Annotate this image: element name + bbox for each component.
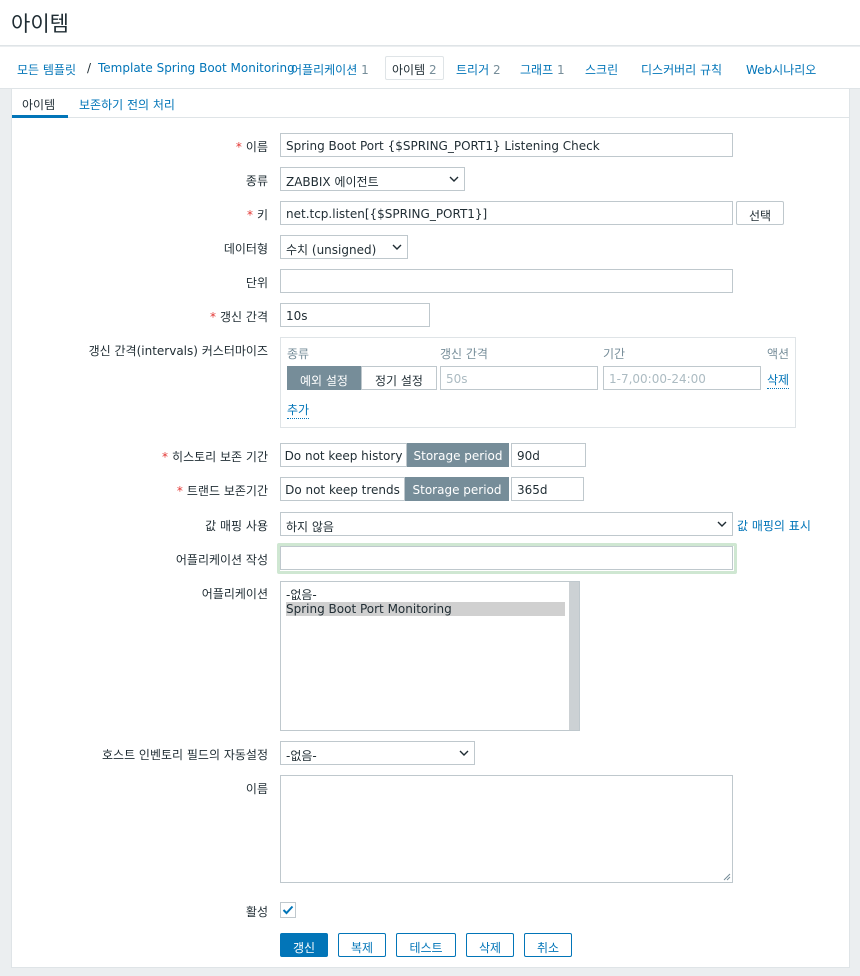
inventory-field-select[interactable]: -없음- (280, 741, 475, 765)
enabled-checkbox[interactable] (280, 902, 296, 918)
breadcrumb-separator: / (87, 61, 92, 75)
name-input[interactable]: Spring Boot Port {$SPRING_PORT1} Listeni… (280, 133, 733, 157)
tab-applications-count: 1 (361, 63, 369, 77)
inventory-field-select-value: -없음- (286, 749, 317, 763)
new-application-label: 어플리케이션 작성 (175, 553, 268, 567)
type-select-value: ZABBIX 에이전트 (286, 175, 379, 189)
units-label: 단위 (245, 276, 268, 290)
required-marker: * (246, 208, 253, 222)
tab-applications[interactable]: 어플리케이션 1 (291, 61, 369, 78)
flexible-interval-toggle[interactable]: 예외 설정 (287, 366, 361, 390)
name-label: * 이름 (235, 140, 268, 154)
update-interval-input[interactable]: 10s (280, 303, 430, 327)
subtab-item[interactable]: 아이템 (22, 96, 55, 113)
page-title: 아이템 (11, 12, 69, 36)
required-marker: * (235, 140, 242, 154)
resize-grip-icon[interactable] (723, 873, 731, 881)
tab-items-count: 2 (428, 63, 437, 77)
key-select-button[interactable]: 선택 (736, 201, 784, 225)
description-label: 이름 (245, 782, 268, 796)
breadcrumb-all-templates[interactable]: 모든 템플릿 (17, 61, 76, 78)
application-option[interactable]: -없음- (286, 588, 565, 602)
col-action-header: 액션 (767, 347, 790, 361)
active-subtab-indicator (12, 115, 68, 118)
data-type-select[interactable]: 수치 (unsigned) (280, 235, 408, 259)
tab-graphs[interactable]: 그래프 1 (520, 61, 565, 78)
key-label: * 키 (246, 208, 268, 222)
type-label: 종류 (245, 174, 268, 188)
new-application-input[interactable] (280, 546, 733, 570)
enabled-label: 활성 (245, 905, 268, 919)
trends-do-not-keep-toggle[interactable]: Do not keep trends (280, 477, 405, 501)
page-header: 아이템 (0, 0, 860, 46)
tab-web-scenarios[interactable]: Web시나리오 (746, 61, 816, 78)
tab-graphs-label: 그래프 (520, 63, 554, 77)
breadcrumb-nav: 모든 템플릿 / Template Spring Boot Monitoring… (0, 47, 860, 89)
scheduling-interval-toggle[interactable]: 정기 설정 (361, 366, 437, 390)
inventory-field-label: 호스트 인벤토리 필드의 자동설정 (101, 748, 268, 762)
tab-triggers[interactable]: 트리거 2 (456, 61, 501, 78)
required-marker: * (162, 450, 169, 464)
tab-items-label: 아이템 (392, 63, 426, 77)
applications-listbox[interactable]: -없음- Spring Boot Port Monitoring (280, 581, 580, 731)
checkmark-icon (282, 905, 294, 915)
show-value-mappings-link[interactable]: 값 매핑의 표시 (737, 517, 811, 534)
trends-period-input[interactable]: 365d (511, 477, 584, 501)
key-input[interactable]: net.tcp.listen[{$SPRING_PORT1}] (280, 201, 733, 225)
chevron-down-icon (392, 244, 402, 250)
update-interval-label: * 갱신 간격 (210, 310, 268, 324)
add-interval-link[interactable]: 추가 (287, 401, 310, 419)
applications-label: 어플리케이션 (201, 587, 268, 601)
required-marker: * (210, 310, 217, 324)
description-textarea[interactable] (280, 775, 733, 883)
type-select[interactable]: ZABBIX 에이전트 (280, 167, 465, 191)
trends-storage-period-toggle[interactable]: Storage period (405, 477, 509, 501)
custom-period-input[interactable]: 1-7,00:00-24:00 (603, 366, 761, 390)
value-mapping-label: 값 매핑 사용 (205, 519, 268, 533)
tab-items[interactable]: 아이템 2 (385, 56, 444, 80)
tab-triggers-count: 2 (492, 63, 501, 77)
tab-screens[interactable]: 스크린 (585, 61, 618, 78)
custom-intervals-label: 갱신 간격(intervals) 커스터마이즈 (88, 344, 268, 358)
breadcrumb-template[interactable]: Template Spring Boot Monitoring (98, 61, 295, 75)
col-type-header: 종류 (287, 347, 310, 361)
clone-button[interactable]: 복제 (338, 933, 386, 957)
tab-applications-label: 어플리케이션 (291, 63, 358, 77)
test-button[interactable]: 테스트 (396, 933, 456, 957)
chevron-down-icon (459, 750, 469, 756)
trends-label: * 트랜드 보존기간 (176, 484, 268, 498)
delete-button[interactable]: 삭제 (466, 933, 514, 957)
tab-discovery-rules[interactable]: 디스커버리 규칙 (641, 61, 722, 78)
form-subtabs: 아이템 보존하기 전의 처리 (12, 89, 849, 118)
item-form-panel: 아이템 보존하기 전의 처리 * 이름 Spring Boot Port {$SP… (11, 88, 850, 968)
cancel-button[interactable]: 취소 (524, 933, 572, 957)
col-interval-header: 갱신 간격 (440, 347, 488, 361)
value-mapping-select-value: 하지 않음 (286, 520, 334, 534)
required-marker: * (176, 484, 183, 498)
data-type-label: 데이터형 (223, 242, 268, 256)
remove-interval-link[interactable]: 삭제 (767, 371, 790, 389)
tab-graphs-count: 1 (556, 63, 565, 77)
chevron-down-icon (717, 521, 727, 527)
custom-interval-input[interactable]: 50s (440, 366, 598, 390)
units-input[interactable] (280, 269, 733, 293)
history-period-input[interactable]: 90d (511, 443, 586, 467)
custom-intervals-table: 종류 갱신 간격 기간 액션 예외 설정 정기 설정 50s 1-7,00:00… (280, 337, 796, 428)
history-storage-period-toggle[interactable]: Storage period (407, 443, 509, 467)
update-button[interactable]: 갱신 (280, 933, 328, 957)
chevron-down-icon (449, 176, 459, 182)
data-type-select-value: 수치 (unsigned) (286, 243, 377, 257)
history-label: * 히스토리 보존 기간 (162, 450, 268, 464)
applications-scrollbar[interactable] (569, 582, 579, 730)
application-option[interactable]: Spring Boot Port Monitoring (286, 602, 565, 616)
tab-triggers-label: 트리거 (456, 63, 490, 77)
value-mapping-select[interactable]: 하지 않음 (280, 512, 733, 536)
col-period-header: 기간 (603, 347, 626, 361)
history-do-not-keep-toggle[interactable]: Do not keep history (280, 443, 407, 467)
subtab-preprocessing[interactable]: 보존하기 전의 처리 (79, 96, 175, 113)
